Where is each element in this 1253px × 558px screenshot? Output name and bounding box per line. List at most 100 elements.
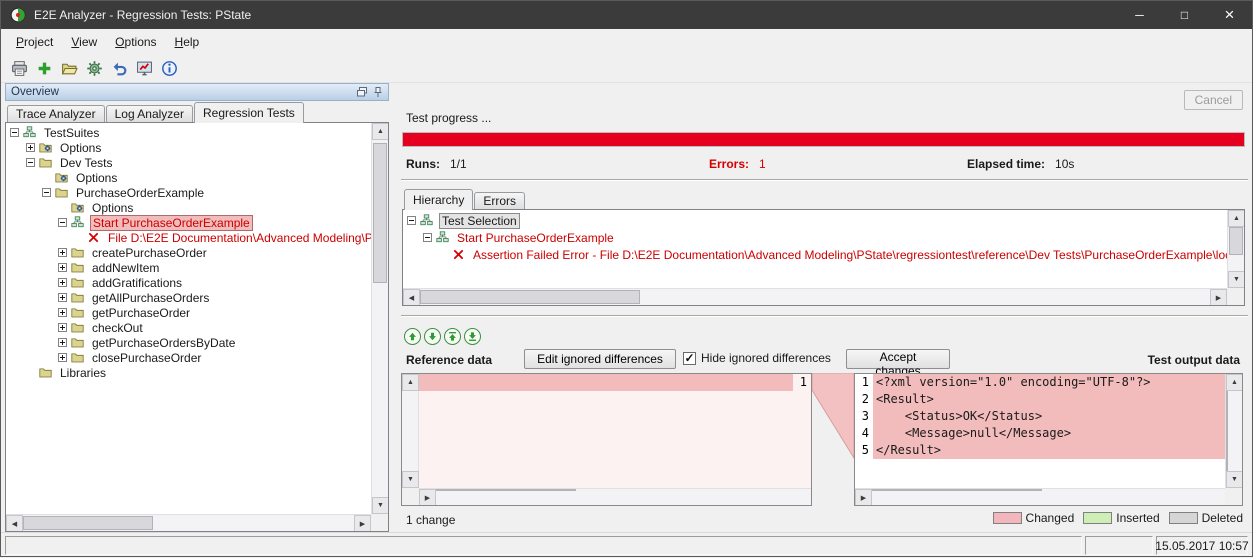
minimize-button[interactable]: ─	[1117, 1, 1162, 29]
tree-node[interactable]: addNewItem	[6, 260, 371, 275]
undo-button[interactable]	[108, 57, 131, 80]
tree-node[interactable]: getAllPurchaseOrders	[6, 290, 371, 305]
scroll-left-icon[interactable]: ◀	[403, 289, 420, 306]
open-button[interactable]	[58, 57, 81, 80]
scroll-down-icon[interactable]: ▼	[1226, 471, 1243, 488]
diff-line[interactable]: 1	[419, 374, 811, 391]
horizontal-scrollbar[interactable]: ◀ ▶	[403, 288, 1227, 305]
tree-node[interactable]: getPurchaseOrdersByDate	[6, 335, 371, 350]
settings-button[interactable]	[83, 57, 106, 80]
scroll-left-icon[interactable]: ◀	[6, 515, 23, 532]
horizontal-scrollbar[interactable]: ◀ ▶	[6, 514, 371, 531]
vertical-scrollbar[interactable]: ▲ ▼	[1225, 374, 1242, 488]
tree-node[interactable]: createPurchaseOrder	[6, 245, 371, 260]
expander-icon[interactable]	[58, 278, 67, 287]
expander-icon[interactable]	[58, 353, 67, 362]
hide-ignored-differences-option[interactable]: Hide ignored differences	[683, 351, 831, 365]
vertical-scrollbar[interactable]: ▲ ▼	[371, 123, 388, 514]
expander-icon[interactable]	[423, 233, 432, 242]
diff-line[interactable]: 5 </Result>	[855, 442, 1225, 459]
next-difference-button[interactable]	[424, 328, 441, 345]
menu-help[interactable]: Help	[166, 32, 209, 52]
diff-line[interactable]: 2 <Result>	[855, 391, 1225, 408]
report-button[interactable]	[133, 57, 156, 80]
expander-icon[interactable]	[58, 293, 67, 302]
tree-node[interactable]: checkOut	[6, 320, 371, 335]
first-difference-button[interactable]	[444, 328, 461, 345]
scrollbar-thumb[interactable]	[1226, 391, 1228, 471]
tree-node[interactable]: Assertion Failed Error - File D:\E2E Doc…	[403, 246, 1227, 263]
hide-ignored-checkbox[interactable]	[683, 352, 696, 365]
expander-icon[interactable]	[58, 263, 67, 272]
float-panel-icon[interactable]	[356, 86, 368, 98]
tree-node[interactable]: Dev Tests	[6, 155, 371, 170]
expander-icon[interactable]	[58, 218, 67, 227]
panel-splitter[interactable]	[393, 83, 397, 532]
tab-regression-tests[interactable]: Regression Tests	[194, 102, 304, 123]
scroll-up-icon[interactable]: ▲	[1226, 374, 1243, 391]
tab-trace-analyzer[interactable]: Trace Analyzer	[7, 105, 105, 122]
tab-log-analyzer[interactable]: Log Analyzer	[106, 105, 193, 122]
scrollbar-thumb[interactable]	[23, 516, 153, 530]
tree-node[interactable]: Options	[6, 200, 371, 215]
close-button[interactable]: ×	[1207, 1, 1252, 29]
edit-ignored-differences-button[interactable]: Edit ignored differences	[524, 349, 676, 369]
horizontal-scrollbar[interactable]: ◀ ▶	[855, 488, 1225, 505]
accept-changes-button[interactable]: Accept changes	[846, 349, 950, 369]
tree-node[interactable]: Libraries	[6, 365, 371, 380]
tree-node[interactable]: getPurchaseOrder	[6, 305, 371, 320]
expander-icon[interactable]	[58, 308, 67, 317]
expander-icon[interactable]	[10, 128, 19, 137]
tree-node[interactable]: TestSuites	[6, 125, 371, 140]
pin-panel-icon[interactable]	[372, 86, 384, 98]
tree-node[interactable]: Options	[6, 170, 371, 185]
scroll-down-icon[interactable]: ▼	[372, 497, 389, 514]
vertical-scrollbar[interactable]: ▲ ▼	[1227, 210, 1244, 288]
last-difference-button[interactable]	[464, 328, 481, 345]
scroll-right-icon[interactable]: ▶	[419, 489, 436, 506]
expander-icon[interactable]	[407, 216, 416, 225]
scrollbar-thumb[interactable]	[872, 489, 1042, 491]
tree-node[interactable]: PurchaseOrderExample	[6, 185, 371, 200]
scrollbar-thumb[interactable]	[420, 290, 640, 304]
diff-line[interactable]: 4 <Message>null</Message>	[855, 425, 1225, 442]
scroll-up-icon[interactable]: ▲	[1228, 210, 1245, 227]
tree-node[interactable]: Test Selection	[403, 212, 1227, 229]
scroll-down-icon[interactable]: ▼	[402, 471, 419, 488]
menu-view[interactable]: View	[62, 32, 106, 52]
tab-hierarchy[interactable]: Hierarchy	[404, 189, 473, 210]
tree-node[interactable]: Start PurchaseOrderExample	[6, 215, 371, 230]
expander-icon[interactable]	[26, 158, 35, 167]
tree-node[interactable]: addGratifications	[6, 275, 371, 290]
expander-icon[interactable]	[58, 338, 67, 347]
expander-icon[interactable]	[58, 248, 67, 257]
tree-node[interactable]: Start PurchaseOrderExample	[403, 229, 1227, 246]
expander-icon[interactable]	[58, 323, 67, 332]
scroll-down-icon[interactable]: ▼	[1228, 271, 1245, 288]
tab-errors[interactable]: Errors	[474, 192, 525, 209]
diff-line[interactable]: 3 <Status>OK</Status>	[855, 408, 1225, 425]
add-button[interactable]	[33, 57, 56, 80]
menu-project[interactable]: Project	[7, 32, 62, 52]
info-button[interactable]	[158, 57, 181, 80]
expander-icon[interactable]	[42, 188, 51, 197]
scrollbar-thumb[interactable]	[373, 143, 387, 283]
horizontal-scrollbar[interactable]: ◀ ▶	[419, 488, 811, 505]
tree-node[interactable]: closePurchaseOrder	[6, 350, 371, 365]
scrollbar-thumb[interactable]	[436, 489, 576, 491]
tree-node[interactable]: Options	[6, 140, 371, 155]
scrollbar-thumb[interactable]	[1229, 227, 1243, 255]
maximize-button[interactable]: □	[1162, 1, 1207, 29]
scroll-up-icon[interactable]: ▲	[402, 374, 419, 391]
diff-line[interactable]: 1 <?xml version="1.0" encoding="UTF-8"?>	[855, 374, 1225, 391]
vertical-scrollbar[interactable]: ▲ ▼	[402, 374, 419, 488]
expander-icon[interactable]	[26, 143, 35, 152]
scroll-up-icon[interactable]: ▲	[372, 123, 389, 140]
scroll-right-icon[interactable]: ▶	[354, 515, 371, 532]
scroll-right-icon[interactable]: ▶	[1210, 289, 1227, 306]
cancel-button[interactable]: Cancel	[1184, 90, 1243, 110]
print-button[interactable]	[8, 57, 31, 80]
previous-difference-button[interactable]	[404, 328, 421, 345]
tree-node[interactable]: File D:\E2E Documentation\Advanced Model…	[6, 230, 371, 245]
menu-options[interactable]: Options	[106, 32, 165, 52]
